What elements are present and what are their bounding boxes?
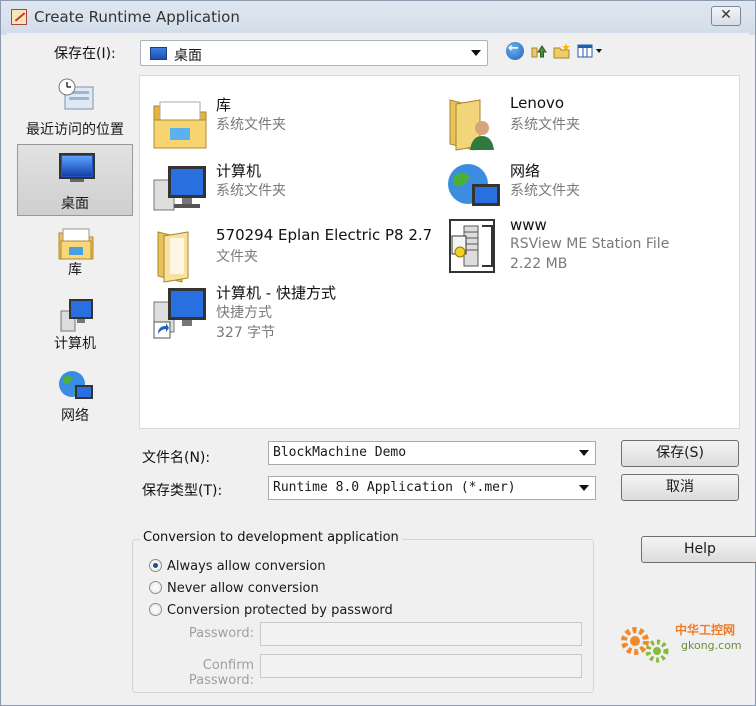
save-in-dropdown[interactable]: 桌面 [140, 40, 488, 66]
radio-password-protected[interactable]: Conversion protected by password [149, 603, 393, 618]
file-type: 系统文件夹 [216, 117, 286, 133]
password-label: Password: [188, 626, 254, 641]
filename-input[interactable]: BlockMachine Demo [268, 441, 596, 465]
libraries-icon [57, 225, 95, 261]
file-item[interactable]: Lenovo 系统文件夹 [440, 94, 720, 156]
new-folder-icon[interactable] [553, 42, 571, 60]
place-label: 库 [68, 262, 82, 278]
save-in-label: 保存在(I): [54, 46, 116, 62]
file-item[interactable]: 570294 Eplan Electric P8 2.7 文件夹 [146, 226, 432, 288]
place-computer[interactable]: 计算机 [17, 291, 133, 363]
desktop-icon [58, 151, 96, 187]
save-button[interactable]: 保存(S) [621, 440, 739, 467]
computer-icon [57, 297, 95, 333]
file-type: RSView ME Station File [510, 236, 670, 252]
dialog-content: 保存在(I): 桌面 最近访问的位置 [7, 33, 756, 703]
file-type: 系统文件夹 [216, 183, 286, 199]
file-size: 2.22 MB [510, 256, 568, 272]
file-item[interactable]: 计算机 系统文件夹 [146, 160, 426, 222]
file-item[interactable]: 网络 系统文件夹 [440, 160, 720, 222]
computer-icon [152, 162, 208, 218]
file-name: Lenovo [510, 94, 565, 112]
cancel-button[interactable]: 取消 [621, 474, 739, 501]
place-label: 桌面 [61, 196, 89, 212]
file-name: www [510, 216, 547, 234]
close-button[interactable]: ✕ [711, 6, 741, 26]
radio-button[interactable] [149, 581, 162, 594]
folder-icon [152, 228, 208, 284]
radio-always-allow[interactable]: Always allow conversion [149, 559, 326, 574]
file-item[interactable]: 计算机 - 快捷方式 快捷方式 327 字节 [146, 282, 426, 344]
watermark-logo: 中华工控网 gkong.com [615, 615, 745, 667]
recent-places-icon [57, 77, 95, 113]
confirm-password-label: Confirm Password: [188, 658, 254, 688]
save-dialog-window: Create Runtime Application ✕ 保存在(I): 桌面 … [0, 0, 756, 706]
password-input[interactable] [260, 622, 582, 646]
radio-never-allow[interactable]: Never allow conversion [149, 581, 319, 596]
confirm-password-input[interactable] [260, 654, 582, 678]
radio-label: Never allow conversion [167, 581, 319, 596]
radio-button[interactable] [149, 603, 162, 616]
chevron-down-icon[interactable] [579, 485, 589, 491]
watermark-url: gkong.com [681, 639, 742, 652]
filetype-value: Runtime 8.0 Application (*.mer) [273, 480, 516, 495]
network-icon [446, 162, 502, 218]
filetype-select[interactable]: Runtime 8.0 Application (*.mer) [268, 476, 596, 500]
radio-label: Always allow conversion [167, 559, 326, 574]
views-menu-icon[interactable] [577, 42, 602, 60]
file-type: 快捷方式 [216, 305, 272, 321]
conversion-group-title: Conversion to development application [140, 530, 402, 545]
title-bar[interactable]: Create Runtime Application ✕ [1, 1, 755, 33]
file-name: 计算机 [216, 162, 262, 180]
chevron-down-icon [471, 50, 481, 56]
place-network[interactable]: 网络 [17, 363, 133, 435]
save-in-value: 桌面 [174, 48, 202, 64]
app-icon [11, 9, 27, 25]
file-list[interactable]: 库 系统文件夹 Lenovo 系统文件夹 计算机 系统文件夹 网络 系统文件夹 … [139, 75, 740, 429]
place-label: 最近访问的位置 [26, 122, 124, 138]
chevron-down-icon[interactable] [579, 450, 589, 456]
places-bar: 最近访问的位置 桌面 库 计算机 网络 [10, 69, 136, 439]
back-icon[interactable] [506, 41, 524, 60]
place-label: 计算机 [54, 336, 96, 352]
file-name: 计算机 - 快捷方式 [216, 284, 336, 302]
up-folder-icon[interactable] [529, 42, 547, 60]
file-type: 文件夹 [216, 249, 258, 265]
place-recent[interactable]: 最近访问的位置 [17, 71, 133, 143]
window-title: Create Runtime Application [34, 8, 240, 26]
filename-value: BlockMachine Demo [273, 445, 407, 460]
file-item[interactable]: www RSView ME Station File 2.22 MB [440, 216, 720, 278]
radio-button[interactable] [149, 559, 162, 572]
desktop-icon [150, 47, 167, 60]
shortcut-icon [152, 284, 208, 340]
place-desktop[interactable]: 桌面 [17, 144, 133, 216]
user-folder-icon [446, 96, 502, 152]
filename-label: 文件名(N): [142, 450, 211, 466]
file-type: 系统文件夹 [510, 183, 580, 199]
libraries-folder-icon [152, 96, 208, 152]
filetype-label: 保存类型(T): [142, 483, 223, 499]
network-icon [57, 369, 95, 405]
place-libraries[interactable]: 库 [17, 219, 133, 291]
file-name: 库 [216, 96, 232, 114]
place-label: 网络 [61, 408, 89, 424]
file-name: 网络 [510, 162, 541, 180]
watermark-title: 中华工控网 [675, 623, 736, 637]
file-size: 327 字节 [216, 325, 276, 341]
file-type: 系统文件夹 [510, 117, 580, 133]
rsview-file-icon [446, 218, 502, 274]
gear-icon [621, 627, 669, 663]
radio-label: Conversion protected by password [167, 603, 393, 618]
file-name: 570294 Eplan Electric P8 2.7 [216, 226, 433, 244]
file-item[interactable]: 库 系统文件夹 [146, 94, 426, 156]
help-button[interactable]: Help [641, 536, 756, 563]
